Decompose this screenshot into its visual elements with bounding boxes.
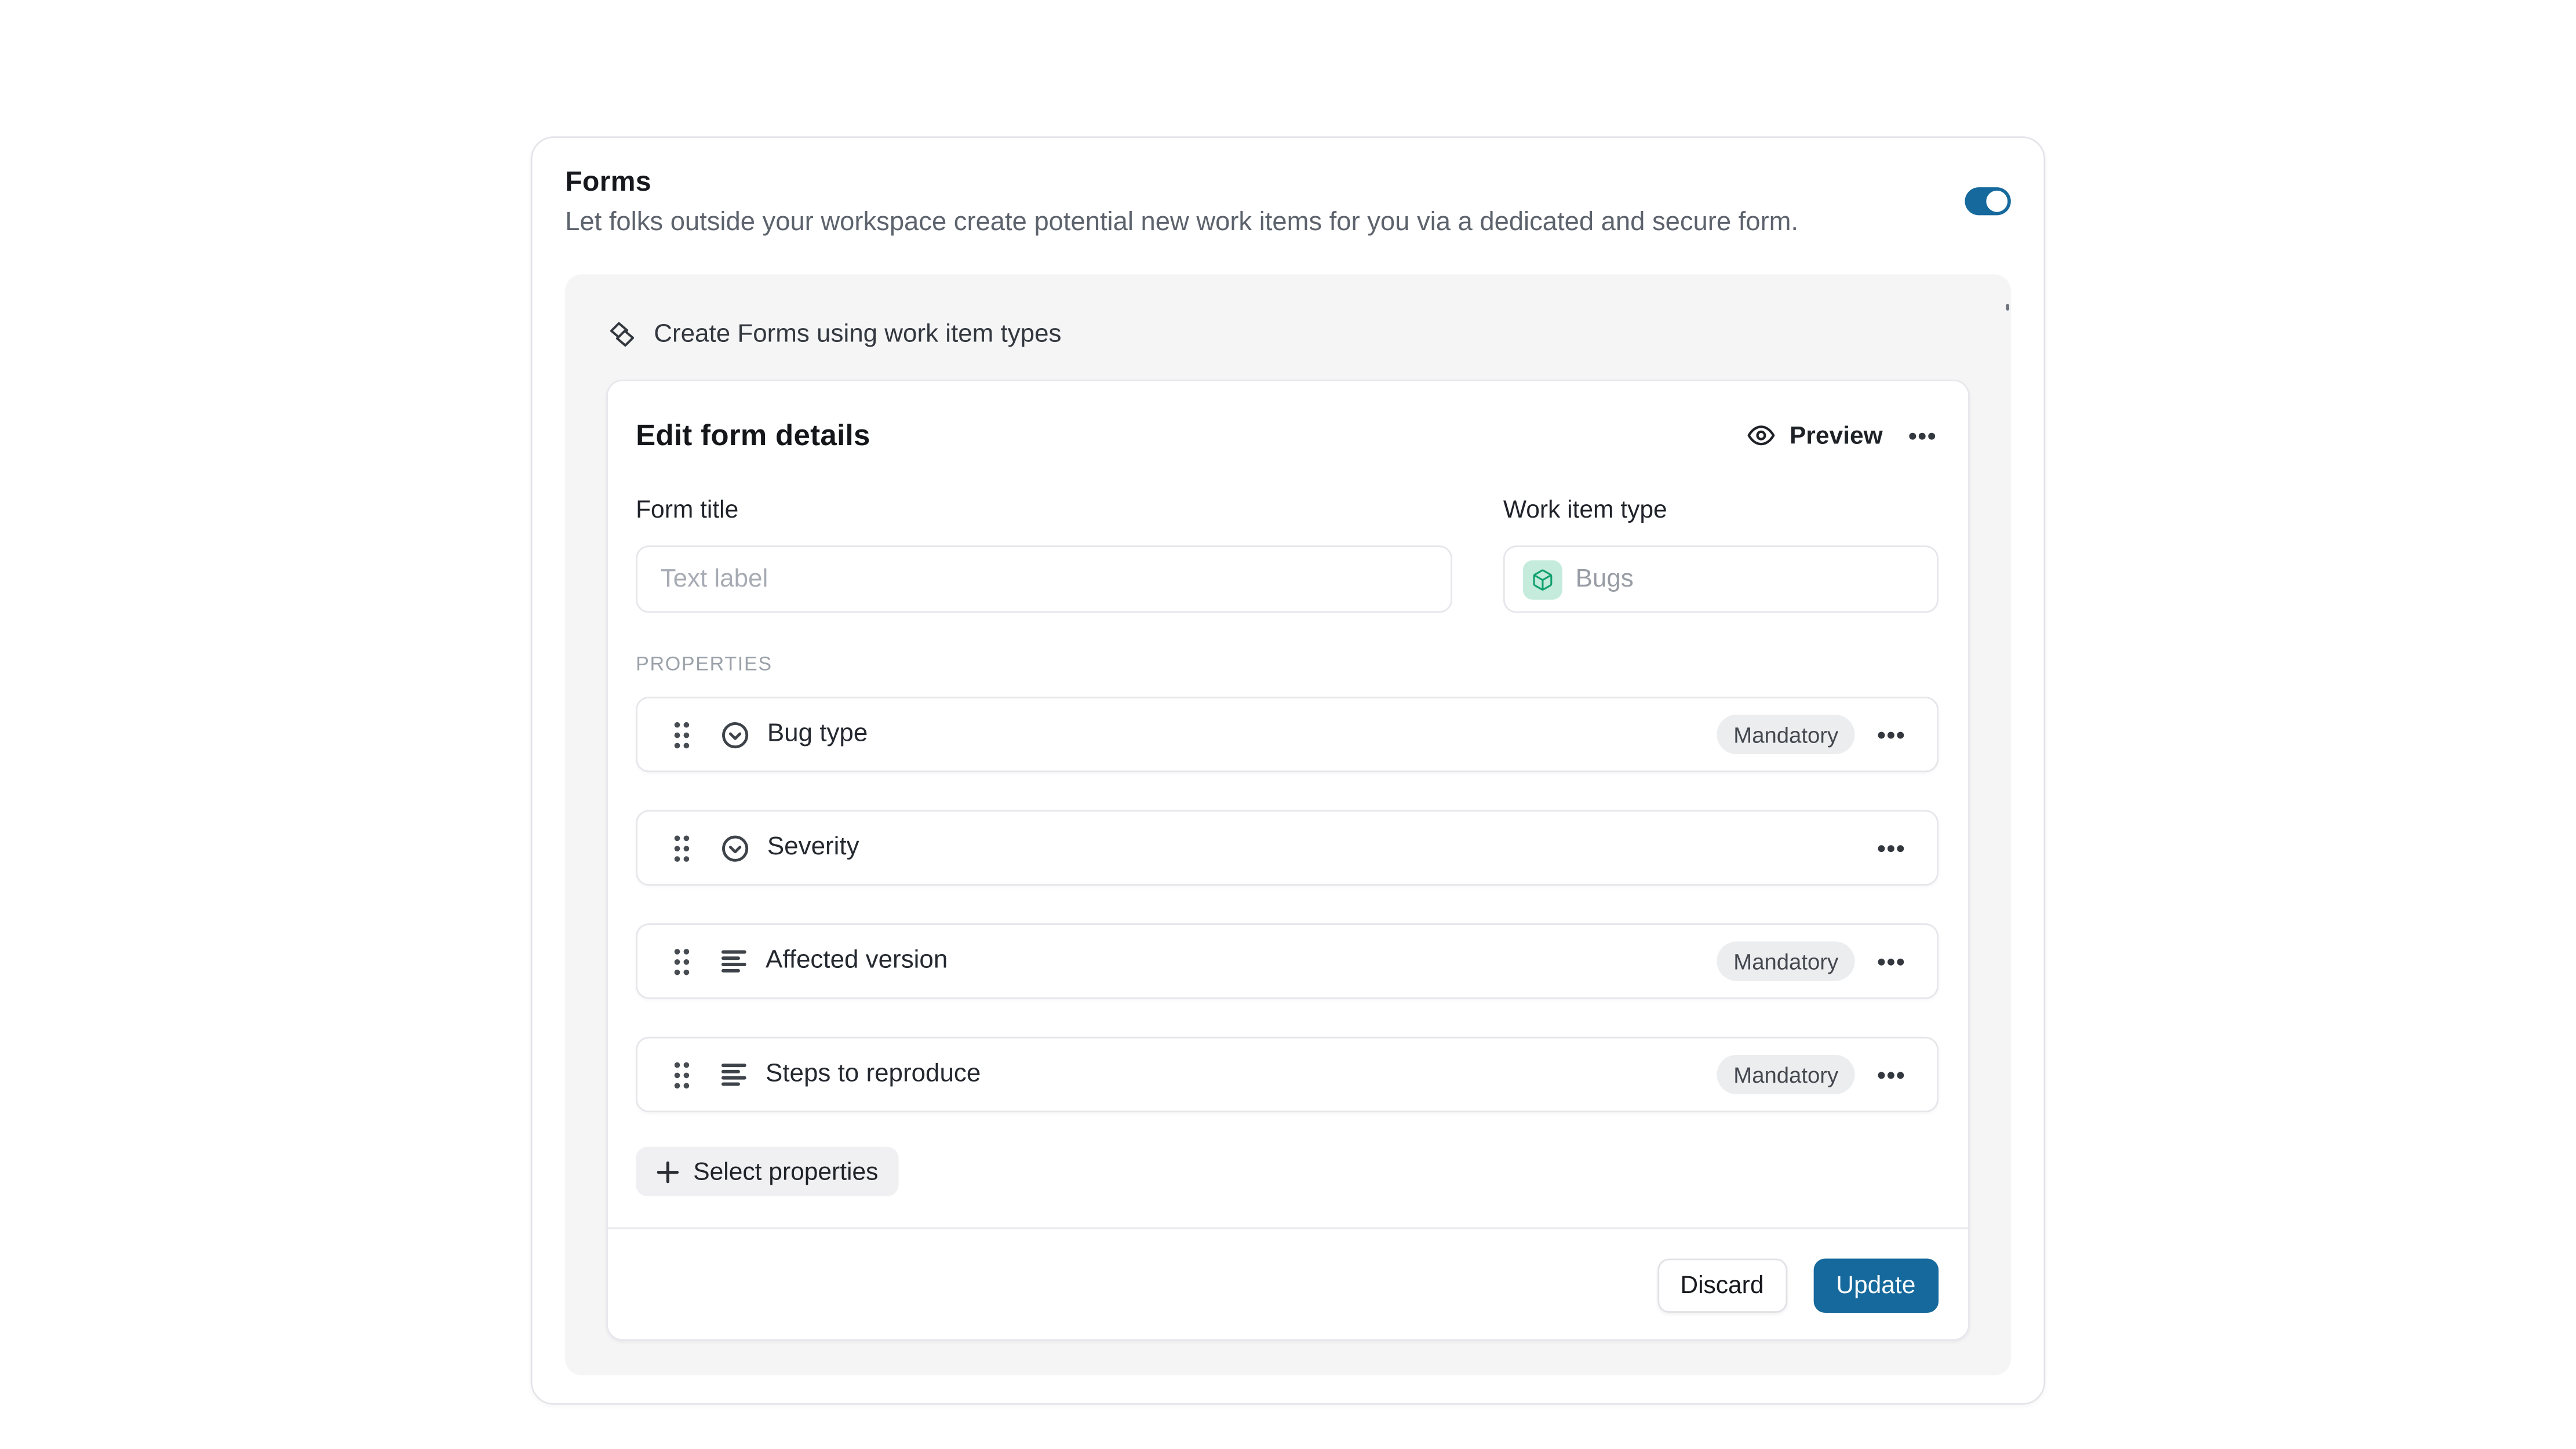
header-text: Forms Let folks outside your workspace c…	[565, 163, 1939, 240]
box-icon	[1531, 567, 1554, 591]
forms-settings-card: Forms Let folks outside your workspace c…	[531, 136, 2046, 1404]
property-name: Bug type	[767, 720, 868, 749]
property-name: Severity	[767, 833, 859, 862]
work-item-type-label: Work item type	[1503, 496, 1939, 526]
ellipsis-icon	[1878, 957, 1904, 965]
property-row[interactable]: Steps to reproduce Mandatory	[636, 1037, 1939, 1112]
form-title-label: Form title	[636, 496, 1452, 526]
grip-dots-icon	[673, 1061, 690, 1088]
card-header: Forms Let folks outside your workspace c…	[532, 138, 2043, 240]
header-actions: Preview	[1747, 421, 1939, 450]
mandatory-badge: Mandatory	[1717, 715, 1855, 754]
select-properties-label: Select properties	[693, 1157, 878, 1185]
form-builder-section: Create Forms using work item types Edit …	[565, 274, 2011, 1375]
grip-dots-icon	[673, 720, 690, 748]
edit-form-header: Edit form details Preview	[636, 416, 1939, 455]
property-menu-button[interactable]	[1875, 1067, 1908, 1082]
drag-handle-icon[interactable]	[673, 834, 690, 862]
work-item-type-select[interactable]: Bugs	[1503, 545, 1939, 613]
plus-icon	[655, 1159, 680, 1184]
discard-button[interactable]: Discard	[1657, 1258, 1787, 1313]
page-description: Let folks outside your workspace create …	[565, 205, 1939, 240]
drag-handle-icon[interactable]	[673, 720, 690, 748]
drag-handle-icon[interactable]	[673, 947, 690, 975]
properties-list: Bug type Mandatory Severity	[636, 697, 1939, 1112]
text-type-icon	[721, 1061, 747, 1087]
update-button[interactable]: Update	[1813, 1258, 1939, 1313]
forms-settings-page: Forms Let folks outside your workspace c…	[0, 0, 2576, 1449]
form-title-field: Form title	[636, 496, 1452, 613]
scrollbar-thumb	[2006, 304, 2009, 310]
work-item-types-layers-icon	[608, 321, 636, 348]
dropdown-type-icon	[721, 834, 749, 862]
section-title-row: Create Forms using work item types	[606, 321, 1970, 348]
fields-row: Form title Work item type	[636, 496, 1939, 613]
form-menu-button[interactable]	[1905, 428, 1939, 443]
ellipsis-icon	[1878, 844, 1904, 852]
drag-handle-icon[interactable]	[673, 1061, 690, 1088]
dropdown-type-icon	[721, 720, 749, 748]
eye-icon	[1747, 421, 1776, 450]
preview-label: Preview	[1790, 421, 1883, 449]
work-item-type-value: Bugs	[1576, 565, 1634, 594]
property-menu-button[interactable]	[1875, 954, 1908, 969]
property-row[interactable]: Severity	[636, 810, 1939, 886]
property-menu-button[interactable]	[1875, 727, 1908, 742]
property-row[interactable]: Affected version Mandatory	[636, 923, 1939, 999]
mandatory-badge: Mandatory	[1717, 941, 1855, 981]
select-properties-button[interactable]: Select properties	[636, 1147, 898, 1196]
toggle-knob	[1986, 191, 2007, 212]
property-row[interactable]: Bug type Mandatory	[636, 697, 1939, 772]
work-item-type-badge	[1523, 559, 1562, 599]
grip-dots-icon	[673, 947, 690, 975]
property-menu-button[interactable]	[1875, 840, 1908, 855]
edit-form-body: Edit form details Preview	[608, 381, 1968, 1196]
work-item-type-field: Work item type Bugs	[1503, 496, 1939, 613]
mandatory-badge: Mandatory	[1717, 1055, 1855, 1094]
edit-form-card: Edit form details Preview	[606, 380, 1970, 1341]
property-name: Affected version	[766, 946, 948, 976]
preview-button[interactable]: Preview	[1747, 421, 1882, 450]
properties-label: PROPERTIES	[636, 652, 1939, 675]
ellipsis-icon	[1909, 431, 1935, 439]
form-title-input[interactable]	[636, 545, 1452, 613]
forms-enabled-toggle[interactable]	[1965, 187, 2010, 215]
section-title: Create Forms using work item types	[654, 319, 1061, 349]
edit-form-footer: Discard Update	[608, 1228, 1968, 1342]
ellipsis-icon	[1878, 730, 1904, 738]
edit-form-title: Edit form details	[636, 416, 870, 455]
ellipsis-icon	[1878, 1071, 1904, 1079]
property-name: Steps to reproduce	[766, 1060, 981, 1089]
page-title: Forms	[565, 163, 1939, 202]
grip-dots-icon	[673, 834, 690, 862]
text-type-icon	[721, 948, 747, 974]
